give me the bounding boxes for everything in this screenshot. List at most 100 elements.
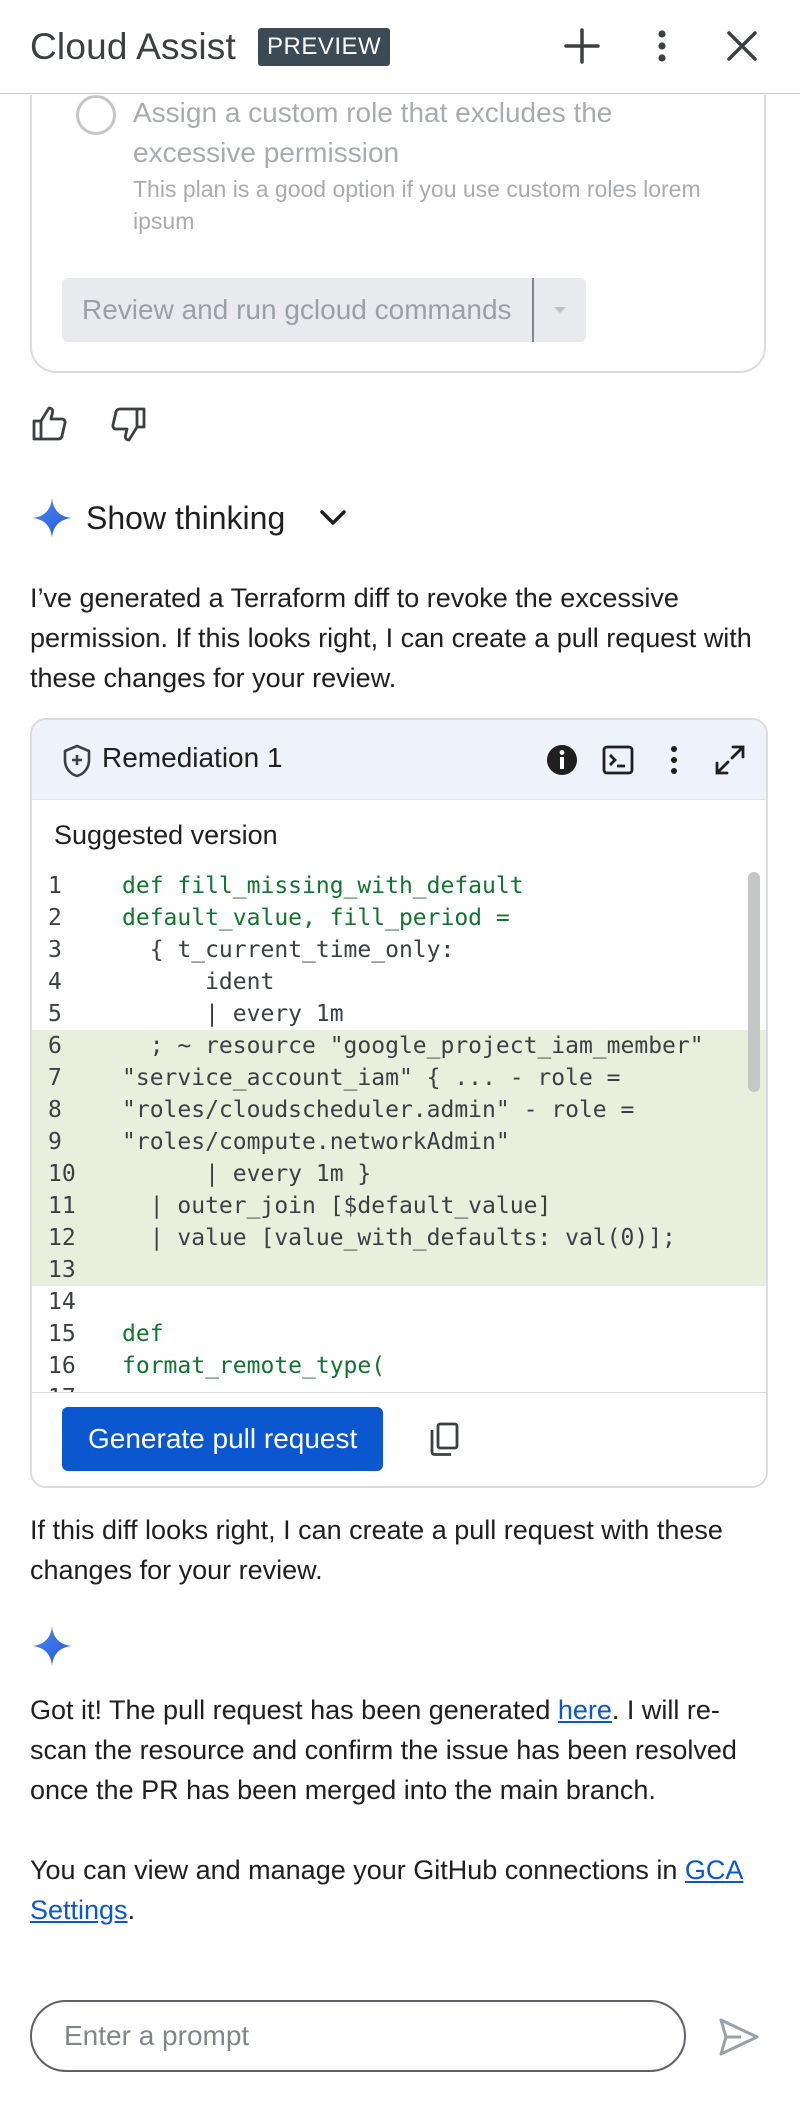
line-number: 8 (48, 1097, 62, 1123)
terminal-icon (602, 745, 634, 775)
code-text: default_value, fill_period = (122, 905, 510, 931)
line-number: 12 (48, 1225, 76, 1251)
more-vert-icon (658, 30, 666, 62)
line-number: 9 (48, 1129, 62, 1155)
app-title: Cloud Assist (30, 26, 236, 67)
code-text: "roles/compute.networkAdmin" (122, 1129, 510, 1155)
shield-icon (63, 744, 91, 778)
code-line: 13 (32, 1254, 766, 1286)
code-text: "roles/cloudscheduler.admin" - role = (122, 1097, 635, 1123)
send-icon (719, 2018, 759, 2056)
line-number: 15 (48, 1321, 76, 1347)
thumbs-up-button[interactable] (26, 400, 74, 448)
info-button[interactable] (540, 738, 584, 782)
code-line: 10 | every 1m } (32, 1158, 766, 1190)
code-scrollbar[interactable] (748, 872, 760, 1092)
line-number: 2 (48, 905, 62, 931)
chevron-down-icon (320, 510, 346, 525)
code-line: 16 format_remote_type( (32, 1350, 766, 1382)
remediation-footer: Generate pull request (32, 1392, 766, 1486)
remediation-title: Remediation 1 (102, 742, 283, 773)
show-thinking-label: Show thinking (86, 499, 286, 536)
code-line: 9 "roles/compute.networkAdmin" (32, 1126, 766, 1158)
expand-icon (715, 745, 745, 775)
copy-icon (430, 1422, 459, 1456)
expand-button[interactable] (708, 738, 752, 782)
code-text: def (122, 1321, 164, 1347)
thumbs-down-icon (111, 407, 146, 442)
code-line: 3 { t_current_time_only: (32, 934, 766, 966)
code-text: format_remote_type( (122, 1353, 386, 1379)
code-text: | outer_join [$default_value] (122, 1193, 552, 1219)
code-text: | value [value_with_defaults: val(0)]; (122, 1225, 676, 1251)
preview-badge: PREVIEW (258, 28, 391, 66)
close-icon (727, 31, 757, 61)
code-line: 8 "roles/cloudscheduler.admin" - role = (32, 1094, 766, 1126)
code-text: def fill_missing_with_default (122, 873, 524, 899)
thumbs-down-button[interactable] (104, 400, 152, 448)
code-line: 12 | value [value_with_defaults: val(0)]… (32, 1222, 766, 1254)
line-number: 6 (48, 1033, 62, 1059)
github-message-end: . (127, 1895, 136, 1925)
gemini-spark-icon (32, 498, 72, 538)
line-number: 7 (48, 1065, 62, 1091)
prompt-box (30, 2000, 686, 2072)
code-text: ; ~ resource "google_project_iam_member" (122, 1033, 704, 1059)
line-number: 11 (48, 1193, 76, 1219)
code-text: | every 1m (122, 1001, 344, 1027)
gemini-spark-icon (32, 1626, 72, 1666)
pr-link[interactable]: here (558, 1695, 612, 1725)
remediation-more-button[interactable] (652, 738, 696, 782)
code-diff-view[interactable]: 1 def fill_missing_with_default 2 default_v… (32, 870, 766, 1412)
code-line: 14 (32, 1286, 766, 1318)
option-title: Assign a custom role that excludes the e… (133, 97, 613, 168)
show-thinking-toggle[interactable]: Show thinking (30, 492, 349, 544)
suggested-version-label: Suggested version (54, 820, 278, 850)
custom-role-radio[interactable] (76, 95, 116, 135)
line-number: 4 (48, 969, 62, 995)
line-number: 3 (48, 937, 62, 963)
code-text: ident (122, 969, 275, 995)
remediation-card: Remediation 1 Suggested version 1 def fil… (30, 718, 768, 1488)
prompt-input[interactable] (64, 2016, 664, 2056)
option-description: This plan is a good option if you use cu… (133, 176, 701, 234)
code-line: 1 def fill_missing_with_default (32, 870, 766, 902)
line-number: 10 (48, 1161, 76, 1187)
code-line: 2 default_value, fill_period = (32, 902, 766, 934)
code-text: "service_account_iam" { ... - role = (122, 1065, 621, 1091)
pr-generated-message: Got it! The pull request has been genera… (30, 1690, 770, 1810)
copy-button[interactable] (418, 1413, 470, 1465)
code-line: 7 "service_account_iam" { ... - role = (32, 1062, 766, 1094)
run-gcloud-dropdown[interactable] (534, 278, 586, 342)
close-button[interactable] (718, 22, 766, 70)
info-icon (547, 745, 577, 775)
header: Cloud Assist PREVIEW (0, 0, 800, 94)
remediation-header: Remediation 1 (32, 720, 766, 800)
code-text: | every 1m } (122, 1161, 372, 1187)
terminal-button[interactable] (596, 738, 640, 782)
line-number: 1 (48, 873, 62, 899)
line-number: 16 (48, 1353, 76, 1379)
code-line: 5 | every 1m (32, 998, 766, 1030)
after-diff-message: If this diff looks right, I can create a… (30, 1515, 723, 1585)
code-line: 11 | outer_join [$default_value] (32, 1190, 766, 1222)
thumbs-up-icon (32, 406, 67, 441)
send-button[interactable] (712, 2010, 766, 2064)
caret-down-icon (553, 307, 566, 313)
intro-message: I’ve generated a Terraform diff to revok… (30, 583, 752, 693)
run-gcloud-split-button[interactable]: Review and run gcloud commands (62, 278, 586, 342)
pr-message-text: Got it! The pull request has been genera… (30, 1695, 558, 1725)
plus-icon (564, 28, 600, 64)
run-gcloud-button[interactable]: Review and run gcloud commands (62, 278, 534, 342)
more-options-button[interactable] (638, 22, 686, 70)
more-vert-icon (671, 746, 677, 774)
new-chat-button[interactable] (558, 22, 606, 70)
generate-pull-request-button[interactable]: Generate pull request (62, 1407, 384, 1471)
code-text: { t_current_time_only: (122, 937, 455, 963)
code-line: 4 ident (32, 966, 766, 998)
remediation-options-card: Assign a custom role that excludes the e… (30, 95, 766, 373)
line-number: 5 (48, 1001, 62, 1027)
line-number: 14 (48, 1289, 76, 1315)
github-connections-message: You can view and manage your GitHub conn… (30, 1850, 770, 1930)
code-line: 15 def (32, 1318, 766, 1350)
